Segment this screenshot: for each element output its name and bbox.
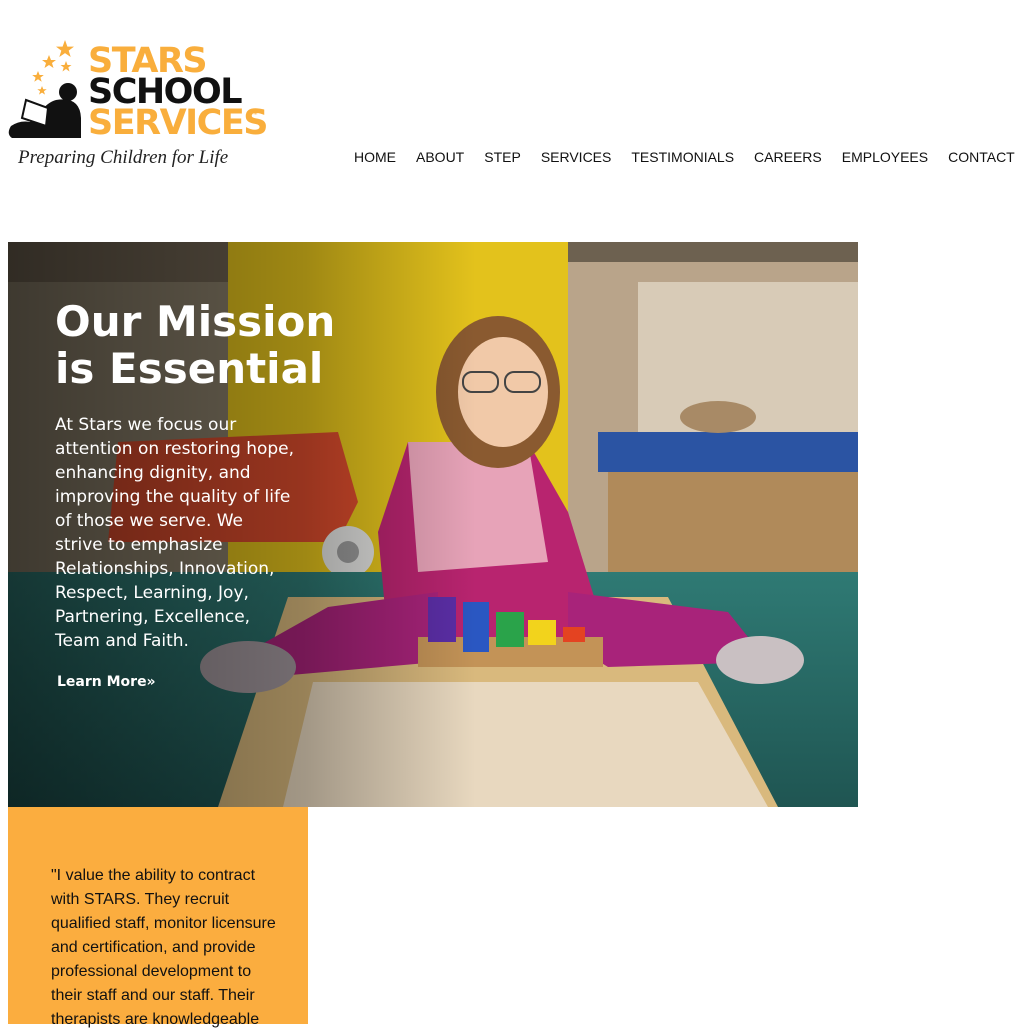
logo-services-text: SERVICES <box>88 103 268 143</box>
nav-item-employees[interactable]: EMPLOYEES <box>842 149 928 165</box>
main-nav: HOME ABOUT STEP SERVICES TESTIMONIALS CA… <box>354 149 1015 165</box>
logo-star-icon <box>42 55 56 68</box>
nav-item-services[interactable]: SERVICES <box>541 149 612 165</box>
logo-star-icon <box>37 86 47 95</box>
learn-more-link[interactable]: Learn More» <box>57 674 156 690</box>
logo-star-icon <box>32 71 44 82</box>
logo-reading-child-icon <box>8 40 81 138</box>
nav-item-careers[interactable]: CAREERS <box>754 149 822 165</box>
logo-trademark: ™ <box>250 110 258 119</box>
logo[interactable]: STARS SCHOOL SERVICES ™ Preparing Childr… <box>6 38 268 173</box>
nav-item-home[interactable]: HOME <box>354 149 396 165</box>
hero-title: Our Mission is Essential <box>55 297 336 393</box>
nav-item-contact[interactable]: CONTACT <box>948 149 1015 165</box>
hero-banner: Our Mission is Essential At Stars we foc… <box>8 242 858 807</box>
hero-body-text: At Stars we focus our attention on resto… <box>55 415 295 651</box>
logo-tagline: Preparing Children for Life <box>18 147 229 168</box>
nav-item-step[interactable]: STEP <box>484 149 521 165</box>
testimonial-quote: "I value the ability to contract with ST… <box>51 867 276 1028</box>
testimonial-box: "I value the ability to contract with ST… <box>8 807 308 1028</box>
nav-item-about[interactable]: ABOUT <box>416 149 464 165</box>
logo-star-icon <box>60 61 72 72</box>
logo-star-icon <box>56 40 74 57</box>
nav-item-testimonials[interactable]: TESTIMONIALS <box>631 149 734 165</box>
